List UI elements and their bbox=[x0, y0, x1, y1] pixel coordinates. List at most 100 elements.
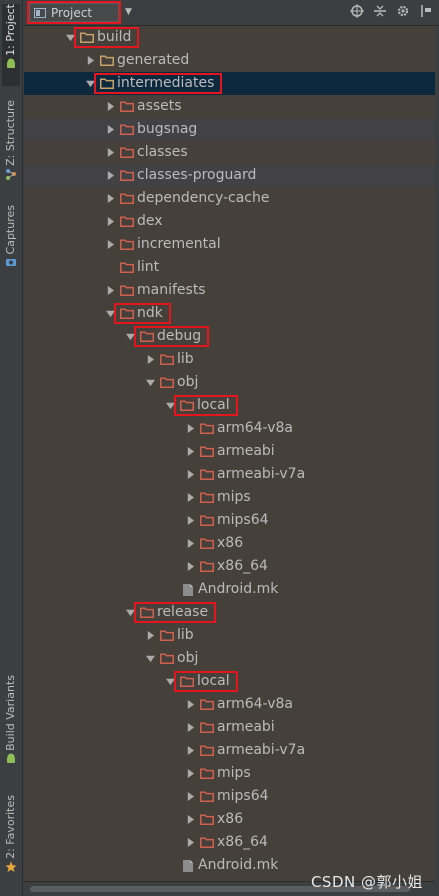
tree-row[interactable]: obj bbox=[24, 371, 435, 394]
tree-row[interactable]: x86 bbox=[24, 532, 435, 555]
collapse-arrow-icon[interactable] bbox=[184, 486, 196, 509]
tree-row[interactable]: classes-proguard bbox=[24, 164, 435, 187]
tree-row[interactable]: x86_64 bbox=[24, 555, 435, 578]
tree-row[interactable]: release bbox=[24, 601, 435, 624]
collapse-arrow-icon[interactable] bbox=[104, 279, 116, 302]
tree-item-label: mips bbox=[217, 489, 251, 505]
expand-arrow-icon[interactable] bbox=[64, 26, 76, 49]
tab-structure[interactable]: Z: Structure bbox=[2, 100, 20, 190]
view-selector-label: Project bbox=[51, 5, 93, 20]
expand-arrow-icon[interactable] bbox=[144, 647, 156, 670]
tree-row[interactable]: armeabi bbox=[24, 716, 435, 739]
tree-row[interactable]: lint bbox=[24, 256, 435, 279]
tree-row[interactable]: debug bbox=[24, 325, 435, 348]
tab-favorites[interactable]: 2: Favorites bbox=[2, 795, 20, 885]
tree-row[interactable]: manifests bbox=[24, 279, 435, 302]
expand-arrow-icon[interactable] bbox=[164, 670, 176, 693]
tree-row[interactable]: ndk bbox=[24, 302, 435, 325]
collapse-arrow-icon[interactable] bbox=[104, 118, 116, 141]
collapse-arrow-icon[interactable] bbox=[104, 187, 116, 210]
view-selector[interactable]: Project bbox=[29, 3, 119, 22]
tree-item-label: bugsnag bbox=[137, 121, 198, 137]
collapse-arrow-icon[interactable] bbox=[144, 624, 156, 647]
tree-row[interactable]: local bbox=[24, 670, 435, 693]
folder-icon bbox=[200, 469, 214, 480]
tree-row[interactable]: Android.mk bbox=[24, 578, 435, 601]
target-icon[interactable] bbox=[350, 4, 364, 18]
tree-item-label: lib bbox=[177, 627, 194, 643]
pin-icon[interactable] bbox=[419, 4, 433, 18]
tree-row[interactable]: assets bbox=[24, 95, 435, 118]
star-icon bbox=[5, 861, 17, 872]
collapse-arrow-icon[interactable] bbox=[104, 95, 116, 118]
collapse-arrow-icon[interactable] bbox=[84, 49, 96, 72]
tree-item-label: lib bbox=[177, 351, 194, 367]
collapse-icon[interactable] bbox=[373, 4, 387, 18]
tree-row[interactable]: obj bbox=[24, 647, 435, 670]
expand-arrow-icon[interactable] bbox=[164, 394, 176, 417]
tab-favorites-label: 2: Favorites bbox=[4, 795, 17, 859]
collapse-arrow-icon[interactable] bbox=[184, 532, 196, 555]
tree-row[interactable]: armeabi-v7a bbox=[24, 463, 435, 486]
tree-row[interactable]: armeabi bbox=[24, 440, 435, 463]
collapse-arrow-icon[interactable] bbox=[184, 739, 196, 762]
collapse-arrow-icon[interactable] bbox=[184, 509, 196, 532]
collapse-arrow-icon[interactable] bbox=[104, 210, 116, 233]
expand-arrow-icon[interactable] bbox=[104, 302, 116, 325]
collapse-arrow-icon[interactable] bbox=[184, 831, 196, 854]
collapse-arrow-icon[interactable] bbox=[104, 164, 116, 187]
tree-row[interactable]: classes bbox=[24, 141, 435, 164]
tree-row[interactable]: incremental bbox=[24, 233, 435, 256]
gear-icon[interactable] bbox=[396, 4, 410, 18]
chevron-down-icon[interactable]: ▼ bbox=[125, 7, 132, 17]
collapse-arrow-icon[interactable] bbox=[104, 141, 116, 164]
collapse-arrow-icon[interactable] bbox=[184, 417, 196, 440]
tree-item-label: local bbox=[197, 673, 230, 689]
tree-row[interactable]: dex bbox=[24, 210, 435, 233]
collapse-arrow-icon[interactable] bbox=[184, 555, 196, 578]
expand-arrow-icon[interactable] bbox=[84, 72, 96, 95]
tree-row[interactable]: x86 bbox=[24, 808, 435, 831]
tree-row[interactable]: mips bbox=[24, 486, 435, 509]
tab-captures[interactable]: Captures bbox=[2, 205, 20, 280]
tree-item-label: debug bbox=[157, 328, 202, 344]
tree-row[interactable]: intermediates bbox=[24, 72, 435, 95]
folder-icon bbox=[200, 699, 214, 710]
tab-build-variants[interactable]: Build Variants bbox=[2, 675, 20, 780]
tree-row[interactable]: lib bbox=[24, 624, 435, 647]
tree-row[interactable]: arm64-v8a bbox=[24, 693, 435, 716]
collapse-arrow-icon[interactable] bbox=[184, 693, 196, 716]
collapse-arrow-icon[interactable] bbox=[104, 233, 116, 256]
folder-icon bbox=[200, 768, 214, 779]
tree-item-label: manifests bbox=[137, 282, 206, 298]
collapse-arrow-icon[interactable] bbox=[144, 348, 156, 371]
tree-row[interactable]: armeabi-v7a bbox=[24, 739, 435, 762]
expand-arrow-icon[interactable] bbox=[144, 371, 156, 394]
tree-row[interactable]: generated bbox=[24, 49, 435, 72]
tree-row[interactable]: dependency-cache bbox=[24, 187, 435, 210]
collapse-arrow-icon[interactable] bbox=[184, 808, 196, 831]
collapse-arrow-icon[interactable] bbox=[184, 762, 196, 785]
vertical-scrollbar[interactable] bbox=[435, 26, 439, 881]
tree-row[interactable]: mips bbox=[24, 762, 435, 785]
tree-row[interactable]: lib bbox=[24, 348, 435, 371]
expand-arrow-icon[interactable] bbox=[124, 601, 136, 624]
folder-icon bbox=[120, 101, 134, 112]
collapse-arrow-icon[interactable] bbox=[184, 716, 196, 739]
tree-row[interactable]: arm64-v8a bbox=[24, 417, 435, 440]
folder-icon bbox=[100, 55, 114, 66]
tree-row[interactable]: x86_64 bbox=[24, 831, 435, 854]
project-tree[interactable]: build generated intermediates assets bugsnag… bbox=[24, 26, 435, 881]
tree-row[interactable]: mips64 bbox=[24, 509, 435, 532]
collapse-arrow-icon[interactable] bbox=[184, 463, 196, 486]
tab-project[interactable]: 1: Project bbox=[2, 4, 20, 86]
tree-row[interactable]: build bbox=[24, 26, 435, 49]
tree-row[interactable]: local bbox=[24, 394, 435, 417]
folder-icon bbox=[200, 745, 214, 756]
tree-item-label: x86 bbox=[217, 535, 244, 551]
collapse-arrow-icon[interactable] bbox=[184, 440, 196, 463]
collapse-arrow-icon[interactable] bbox=[184, 785, 196, 808]
tree-row[interactable]: bugsnag bbox=[24, 118, 435, 141]
expand-arrow-icon[interactable] bbox=[124, 325, 136, 348]
tree-row[interactable]: mips64 bbox=[24, 785, 435, 808]
